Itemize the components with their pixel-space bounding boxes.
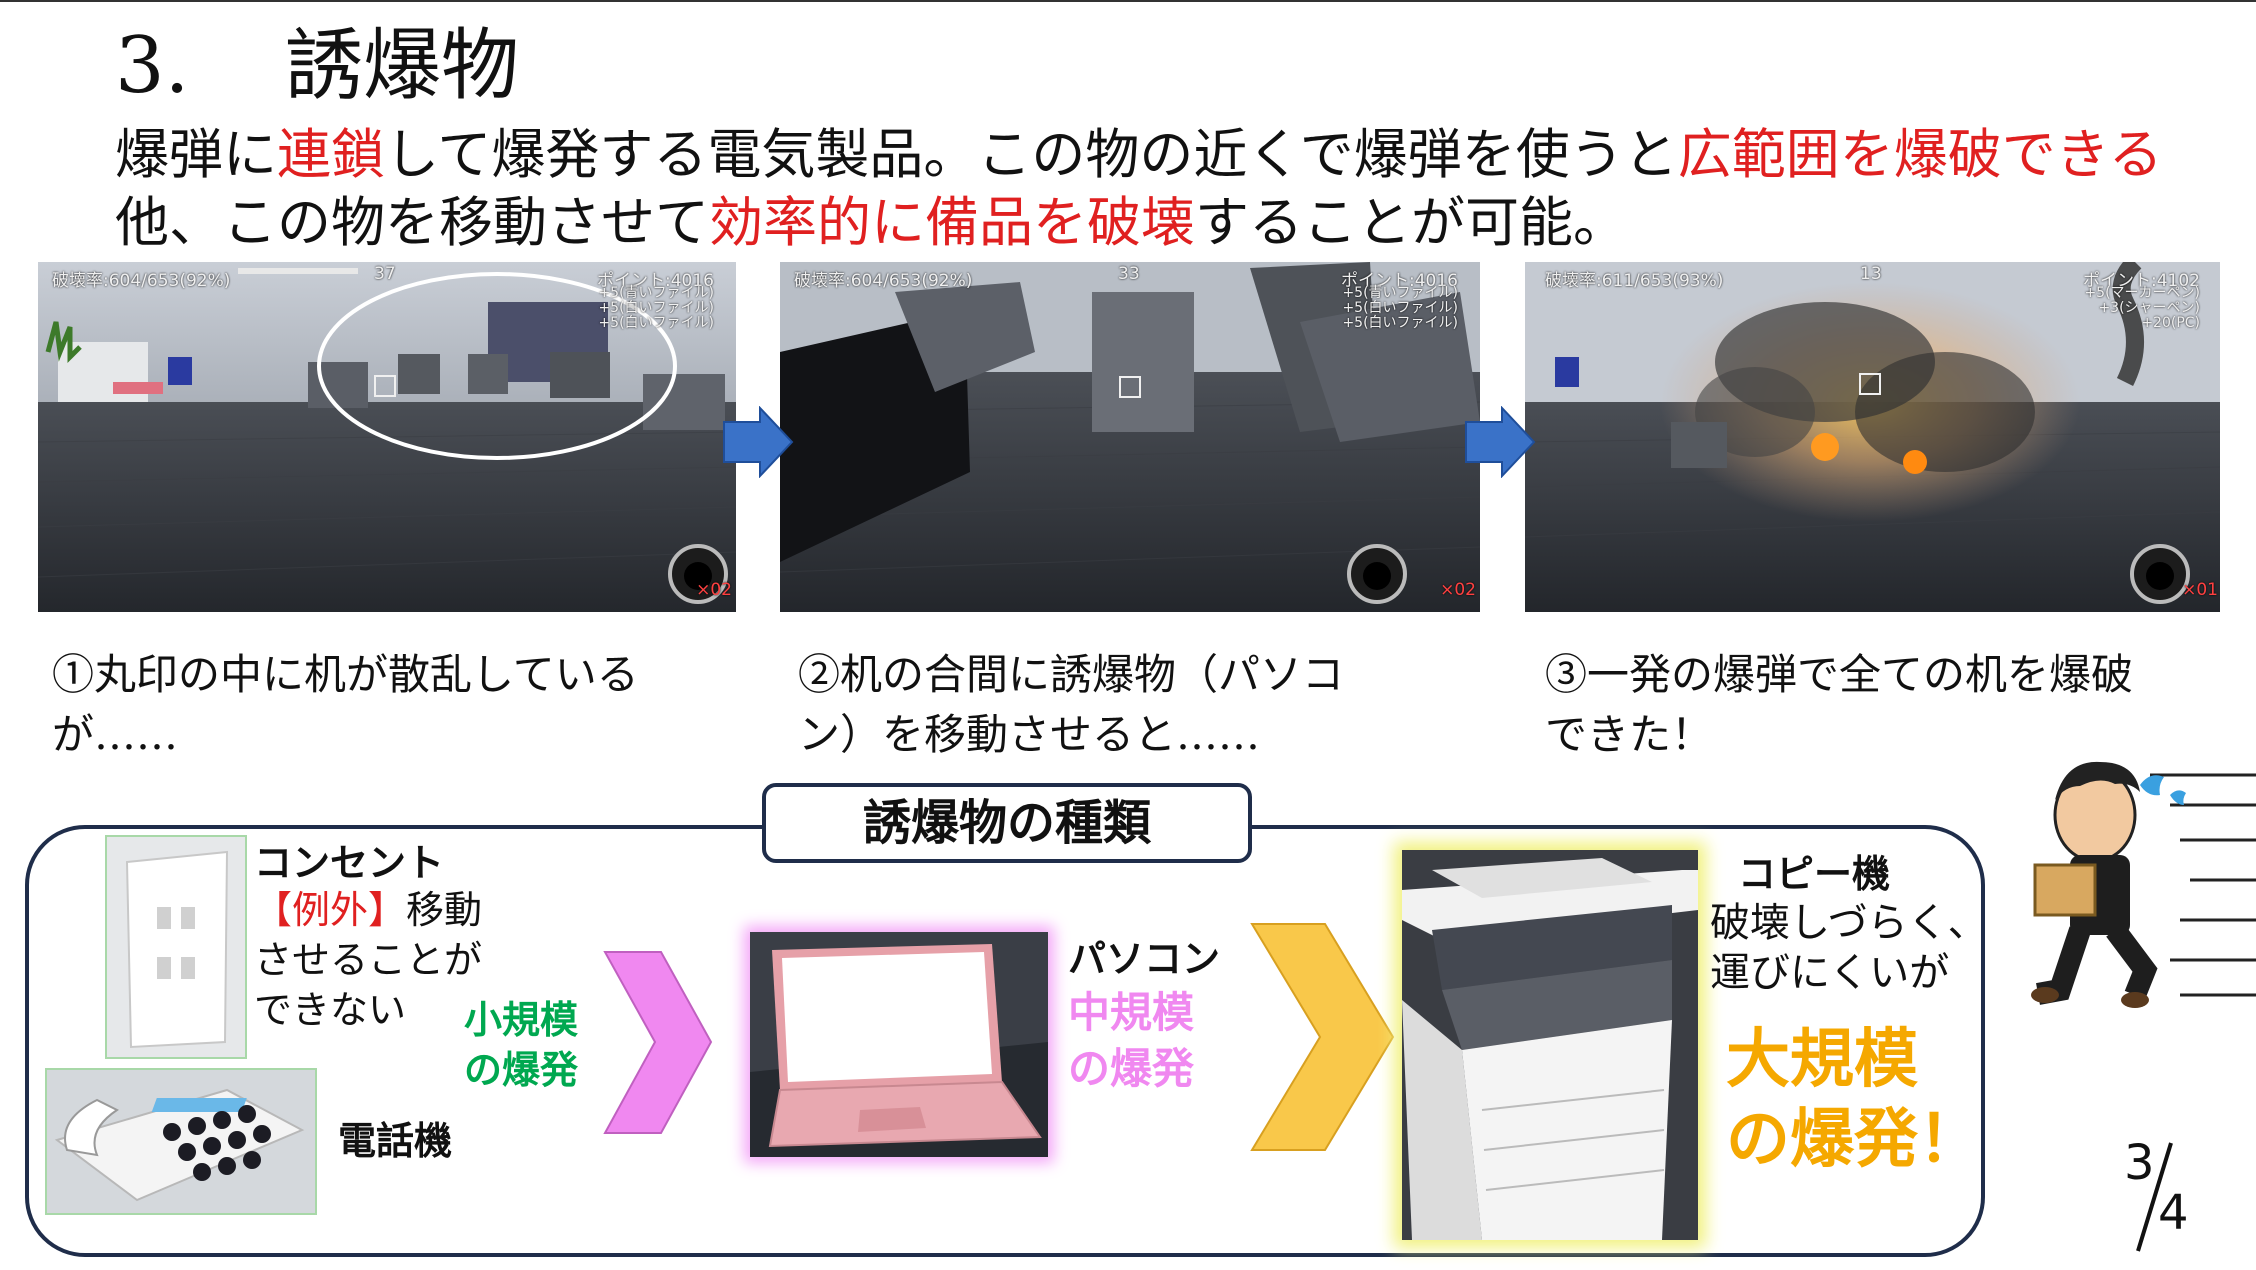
bomb-count: ×02 (1440, 580, 1476, 600)
lead-text: 他、この物を移動させて (115, 191, 709, 254)
top-rule (0, 0, 2256, 2)
caption-1: ①丸印の中に机が散乱している が…… (52, 645, 752, 765)
scale-text: の爆発 (1068, 1044, 1195, 1093)
outlet-note: 【例外】移動 させることが できない (254, 885, 482, 1035)
slide-title: 3. 誘爆物 (115, 18, 519, 114)
log-line: +5(白いファイル) (1342, 300, 1458, 316)
copier-icon (1402, 850, 1698, 1240)
note-text: させることが (254, 938, 483, 982)
highlight-text: 効率的に備品を破壊 (709, 191, 1195, 254)
highlight-text: 広範囲を爆破できる (1677, 123, 2163, 186)
item-log: +5(青いファイル) +5(白いファイル) +5(白いファイル) (1342, 286, 1458, 331)
lead-text: することが可能。 (1195, 191, 1627, 254)
log-line: +20(PC) (2141, 315, 2200, 331)
copier-note: 破壊しづらく、 運びにくいが (1710, 898, 1988, 998)
bomb-count: ×01 (2182, 580, 2218, 600)
log-line: +5(白いファイル) (1342, 315, 1458, 331)
laptop-image (750, 932, 1048, 1157)
large-scale-label: 大規模 の爆発！ (1726, 1020, 1982, 1180)
scale-text: 小規模 (464, 998, 579, 1042)
running-man-illustration (2031, 761, 2256, 1008)
page-number: 3 4 (2116, 1135, 2206, 1255)
item-log: +5(マーカーペン) +3(シャーペン) +20(PC) (2084, 286, 2200, 331)
timer: 33 (1118, 264, 1140, 284)
small-scale-label: 小規模 の爆発 (464, 995, 578, 1095)
note-text: できない (254, 988, 407, 1032)
scale-text: の爆発 (464, 1048, 579, 1092)
note-text: 運びにくいが (1710, 950, 1950, 996)
outlet-image (105, 835, 247, 1059)
exception-tag: 【例外】 (254, 888, 407, 932)
note-text: 破壊しづらく、 (1710, 900, 1988, 946)
log-line: +5(マーカーペン) (2084, 285, 2200, 301)
lead-text: して爆発する電気製品。この物の近くで爆弾を使うと (385, 123, 1678, 186)
caption-2: ②机の合間に誘爆物（パソコ ン）を移動させると…… (798, 645, 1498, 765)
caption-line: ン）を移動させると…… (798, 710, 1261, 759)
title-number: 3. (115, 21, 190, 111)
mid-scale-label: 中規模 の爆発 (1068, 985, 1194, 1097)
log-line: +5(白いファイル) (598, 315, 714, 331)
item-log: +5(青いファイル) +5(白いファイル) +5(白いファイル) (598, 286, 714, 331)
outlet-label: コンセント (254, 841, 445, 885)
game-screenshot-2: 破壊率:604/653(92%) 33 ポイント:4016 +5(青いファイル)… (780, 262, 1480, 612)
timer: 37 (374, 264, 396, 284)
copier-image (1402, 850, 1698, 1240)
laptop-icon (750, 932, 1048, 1157)
lead-line-1: 爆弾に連鎖して爆発する電気製品。この物の近くで爆弾を使うと広範囲を爆破できる (115, 120, 2163, 190)
copier-label: コピー機 (1738, 852, 1891, 896)
destruction-rate: 破壊率:611/653(93%) (1545, 271, 1724, 291)
title-text: 誘爆物 (285, 21, 520, 111)
scale-text: の爆発！ (1726, 1103, 1982, 1177)
game-screenshot-3: 破壊率:611/653(93%) 13 ポイント:4102 +5(マーカーペン)… (1525, 262, 2220, 612)
destruction-rate: 破壊率:604/653(92%) (52, 271, 231, 291)
log-line: +3(シャーペン) (2098, 300, 2200, 316)
caption-line: ①丸印の中に机が散乱している (52, 650, 639, 699)
caption-line: ③一発の爆弾で全ての机を爆破 (1545, 650, 2134, 699)
pc-label: パソコン (1068, 937, 1221, 981)
phone-label: 電話機 (338, 1119, 453, 1163)
bomb-count: ×02 (696, 580, 732, 600)
scale-text: 大規模 (1726, 1023, 1918, 1097)
chevron-right-icon (603, 951, 713, 1134)
timer: 13 (1860, 264, 1882, 284)
note-text: 移動 (406, 888, 483, 932)
chevron-right-icon (1250, 923, 1395, 1151)
log-line: +5(青いファイル) (1342, 285, 1458, 301)
caption-line: が…… (52, 710, 179, 759)
destruction-rate: 破壊率:604/653(92%) (794, 271, 973, 291)
telephone-icon (54, 1088, 305, 1202)
scale-text: 中規模 (1068, 988, 1195, 1037)
game-screenshot-1: 破壊率:604/653(92%) 37 ポイント:4016 +5(青いファイル)… (38, 262, 736, 612)
log-line: +5(白いファイル) (598, 300, 714, 316)
log-line: +5(青いファイル) (598, 285, 714, 301)
phone-image (45, 1068, 317, 1215)
highlight-text: 連鎖 (277, 123, 385, 186)
lead-text: 爆弾に (115, 123, 277, 186)
right-arrow-icon (723, 406, 794, 478)
types-heading: 誘爆物の種類 (762, 783, 1252, 863)
lead-line-2: 他、この物を移動させて効率的に備品を破壊することが可能。 (115, 188, 1627, 258)
right-arrow-icon (1465, 406, 1536, 478)
caption-line: ②机の合間に誘爆物（パソコ (798, 650, 1345, 699)
outlet-icon (125, 850, 229, 1049)
page-total: 4 (2158, 1185, 2189, 1241)
